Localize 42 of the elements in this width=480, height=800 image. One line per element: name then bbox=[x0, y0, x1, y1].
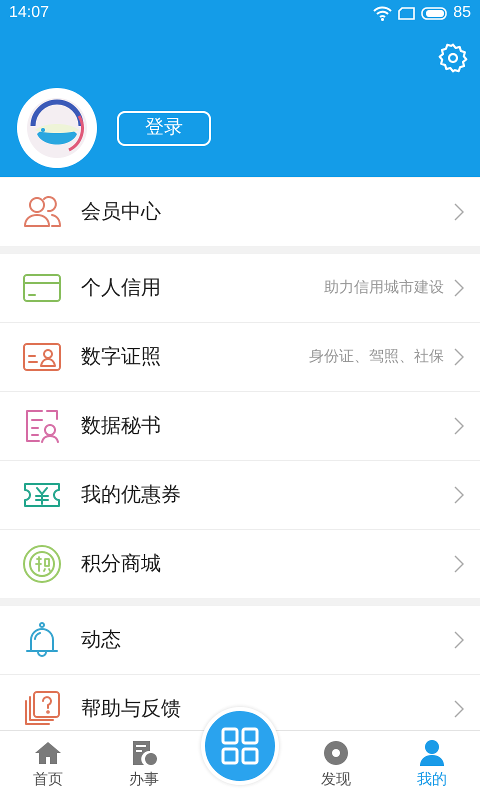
compass-icon bbox=[322, 739, 350, 768]
sim-icon bbox=[398, 6, 416, 20]
battery-icon bbox=[421, 6, 448, 20]
chevron-icon bbox=[454, 348, 464, 366]
menu-item-label: 数据秘书 bbox=[81, 414, 162, 439]
chevron-icon bbox=[454, 700, 464, 718]
nav-tab[interactable]: 首页 bbox=[0, 731, 96, 800]
battery-level: 85 bbox=[453, 3, 471, 23]
points-coin-icon bbox=[22, 544, 62, 584]
settings-button[interactable] bbox=[437, 42, 469, 74]
document-icon bbox=[130, 739, 158, 768]
chevron-icon bbox=[454, 279, 464, 297]
chevron-icon bbox=[454, 486, 464, 504]
nav-tab[interactable]: 办事 bbox=[96, 731, 192, 800]
chevron-icon bbox=[454, 555, 464, 573]
menu-item[interactable]: 数字证照 身份证、驾照、社保 bbox=[0, 323, 480, 391]
wifi-icon bbox=[373, 6, 392, 20]
menu-item-label: 会员中心 bbox=[81, 200, 162, 225]
menu-item[interactable]: 积分商城 bbox=[0, 530, 480, 598]
menu-item[interactable]: 动态 bbox=[0, 606, 480, 674]
menu-item[interactable]: 帮助与反馈 bbox=[0, 675, 480, 730]
menu-item-label: 帮助与反馈 bbox=[81, 697, 182, 722]
menu-item-hint: 助力信用城市建设 bbox=[324, 278, 444, 298]
chevron-icon bbox=[454, 203, 464, 221]
chevron-icon bbox=[454, 417, 464, 435]
menu-item-hint: 身份证、驾照、社保 bbox=[309, 346, 444, 367]
menu-item[interactable]: 数据秘书 bbox=[0, 392, 480, 460]
person-icon bbox=[418, 739, 446, 768]
menu-item-label: 数字证照 bbox=[81, 345, 162, 370]
menu-item-label: 我的优惠券 bbox=[81, 483, 182, 508]
nav-tab[interactable]: 发现 bbox=[288, 731, 384, 800]
status-time: 14:07 bbox=[9, 3, 50, 23]
settings-icon bbox=[437, 42, 469, 74]
grid-icon bbox=[220, 726, 260, 766]
menu-item[interactable]: 我的优惠券 bbox=[0, 461, 480, 529]
menu-item-label: 积分商城 bbox=[81, 552, 162, 577]
menu-item[interactable]: 个人信用 助力信用城市建设 bbox=[0, 254, 480, 322]
logo-icon bbox=[25, 96, 89, 160]
menu-item-label: 个人信用 bbox=[81, 276, 162, 301]
menu-item-label: 动态 bbox=[81, 628, 122, 653]
chevron-icon bbox=[454, 631, 464, 649]
menu-item[interactable]: 会员中心 bbox=[0, 178, 480, 246]
